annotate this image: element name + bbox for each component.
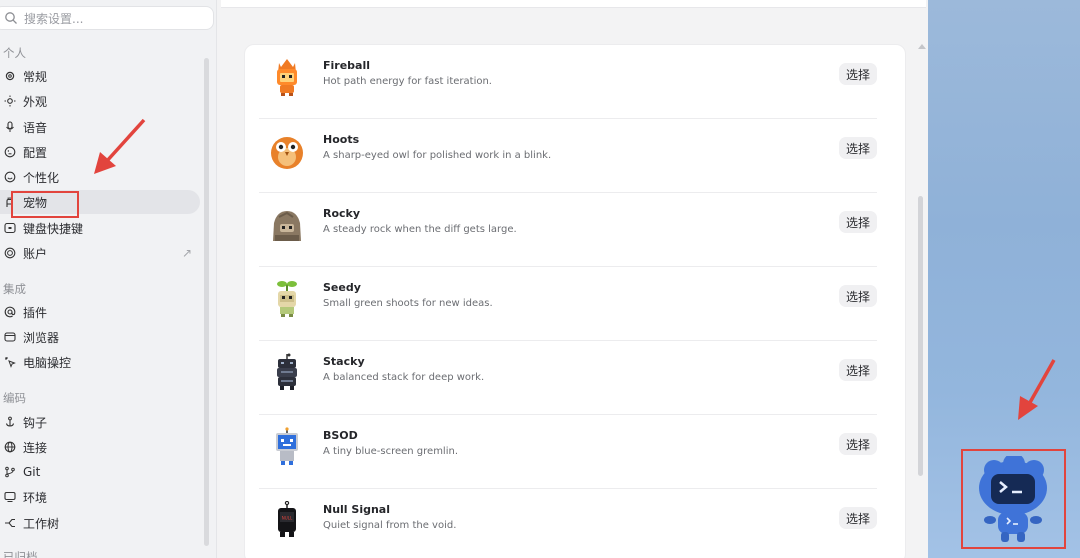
keyboard-icon <box>3 221 17 235</box>
sidebar-item-label: 工作树 <box>23 516 60 531</box>
list-item: BSOD A tiny blue-screen gremlin. 选择 <box>259 415 877 489</box>
worktree-icon <box>3 516 17 530</box>
pet-description: Small green shoots for new ideas. <box>323 298 493 309</box>
sidebar-item-worktree[interactable]: 工作树 <box>0 511 200 535</box>
sidebar-item-label: 语音 <box>23 120 48 135</box>
sidebar-item-label: 电脑操控 <box>23 355 72 370</box>
git-branch-icon <box>3 465 17 479</box>
sidebar-item-label: 环境 <box>23 490 48 505</box>
pet-list-panel: Fireball Hot path energy for fast iterat… <box>244 44 906 558</box>
globe-icon <box>3 440 17 454</box>
browser-icon <box>3 330 17 344</box>
microphone-icon <box>3 120 17 134</box>
null-signal-avatar: NULL <box>278 501 296 537</box>
select-pet-button[interactable]: 选择 <box>839 285 877 307</box>
sun-icon <box>3 94 17 108</box>
pet-description: Quiet signal from the void. <box>323 520 457 531</box>
select-pet-button[interactable]: 选择 <box>839 211 877 233</box>
monitor-icon <box>3 490 17 504</box>
sidebar-item-label: 个性化 <box>23 170 60 185</box>
sidebar-item-environment[interactable]: 环境 <box>0 485 200 509</box>
sidebar-item-label: 插件 <box>23 305 48 320</box>
settings-sidebar: 搜索设置... 个人 常规 外观 语音 配置 个性化 宠物 键盘快捷键 账户 ↗… <box>0 0 217 558</box>
sidebar-item-connections[interactable]: 连接 <box>0 435 200 459</box>
sidebar-item-browser[interactable]: 浏览器 <box>0 325 200 349</box>
sidebar-item-label: 键盘快捷键 <box>23 221 84 236</box>
sidebar-item-label: 账户 <box>23 246 48 261</box>
bsod-avatar <box>276 427 298 465</box>
smile-icon <box>3 170 17 184</box>
pet-name: Fireball <box>323 59 371 72</box>
pet-name: Null Signal <box>323 503 390 516</box>
list-item: NULL Null Signal Quiet signal from the v… <box>259 489 877 558</box>
sidebar-item-general[interactable]: 常规 <box>0 64 200 88</box>
section-personal: 个人 <box>3 46 26 60</box>
pet-name: BSOD <box>323 429 358 442</box>
seedy-avatar <box>277 281 297 317</box>
hook-icon <box>3 415 17 429</box>
annotation-arrow-desktop-pet <box>1018 359 1056 420</box>
pet-description: Hot path energy for fast iteration. <box>323 76 492 87</box>
pet-name: Seedy <box>323 281 361 294</box>
desktop-pet-mascot[interactable] <box>974 456 1052 544</box>
settings-profile-icon <box>3 145 17 159</box>
sidebar-item-label: 钩子 <box>23 415 48 430</box>
list-item: Fireball Hot path energy for fast iterat… <box>259 45 877 119</box>
section-coding: 编码 <box>3 391 26 405</box>
sidebar-item-hooks[interactable]: 钩子 <box>0 410 200 434</box>
fireball-avatar <box>277 59 297 96</box>
pet-description: A steady rock when the diff gets large. <box>323 224 517 235</box>
sidebar-item-label: 常规 <box>23 69 48 84</box>
sidebar-item-label: 浏览器 <box>23 330 60 345</box>
list-item: Stacky A balanced stack for deep work. 选… <box>259 341 877 415</box>
sidebar-item-computer-control[interactable]: 电脑操控 <box>0 350 200 374</box>
sidebar-item-git[interactable]: Git <box>0 460 200 484</box>
sidebar-item-account[interactable]: 账户 ↗ <box>0 241 200 265</box>
settings-main: Fireball Hot path energy for fast iterat… <box>217 0 928 558</box>
sidebar-item-keyboard-shortcuts[interactable]: 键盘快捷键 <box>0 216 200 240</box>
pet-name: Hoots <box>323 133 360 146</box>
pet-description: A tiny blue-screen gremlin. <box>323 446 459 457</box>
pet-name: Stacky <box>323 355 365 368</box>
select-pet-button[interactable]: 选择 <box>839 63 877 85</box>
bsod-label-text: NULL <box>282 516 293 521</box>
rocky-avatar <box>273 211 301 241</box>
gear-icon <box>3 69 17 83</box>
hoots-avatar <box>271 137 303 169</box>
stacky-avatar <box>277 353 297 390</box>
search-input[interactable]: 搜索设置... <box>0 6 214 30</box>
at-icon <box>3 305 17 319</box>
list-item: Rocky A steady rock when the diff gets l… <box>259 193 877 267</box>
select-pet-button[interactable]: 选择 <box>839 359 877 381</box>
sidebar-scrollbar[interactable] <box>204 58 209 546</box>
main-scrollbar-thumb[interactable] <box>918 196 923 476</box>
sidebar-item-label: 配置 <box>23 145 48 160</box>
search-placeholder: 搜索设置... <box>24 11 84 26</box>
section-archived: 已归档 <box>3 550 38 558</box>
list-item: Seedy Small green shoots for new ideas. … <box>259 267 877 341</box>
pet-name: Rocky <box>323 207 361 220</box>
select-pet-button[interactable]: 选择 <box>839 507 877 529</box>
computer-control-icon <box>3 355 17 369</box>
annotation-highlight-pets <box>11 191 79 218</box>
annotation-arrow-pets <box>94 118 146 174</box>
external-link-icon: ↗ <box>181 246 192 260</box>
list-item: Hoots A sharp-eyed owl for polished work… <box>259 119 877 193</box>
account-icon <box>3 246 17 260</box>
sidebar-item-label: Git <box>23 465 41 479</box>
sidebar-item-label: 连接 <box>23 440 48 455</box>
section-integration: 集成 <box>3 282 26 296</box>
pet-description: A balanced stack for deep work. <box>323 372 485 383</box>
pet-description: A sharp-eyed owl for polished work in a … <box>323 150 552 161</box>
sidebar-item-appearance[interactable]: 外观 <box>0 89 200 113</box>
scroll-up-arrow[interactable] <box>918 44 926 49</box>
search-icon <box>5 12 17 24</box>
top-card-edge <box>221 0 926 8</box>
sidebar-item-plugins[interactable]: 插件 <box>0 300 200 324</box>
select-pet-button[interactable]: 选择 <box>839 433 877 455</box>
select-pet-button[interactable]: 选择 <box>839 137 877 159</box>
sidebar-item-label: 外观 <box>23 94 48 109</box>
